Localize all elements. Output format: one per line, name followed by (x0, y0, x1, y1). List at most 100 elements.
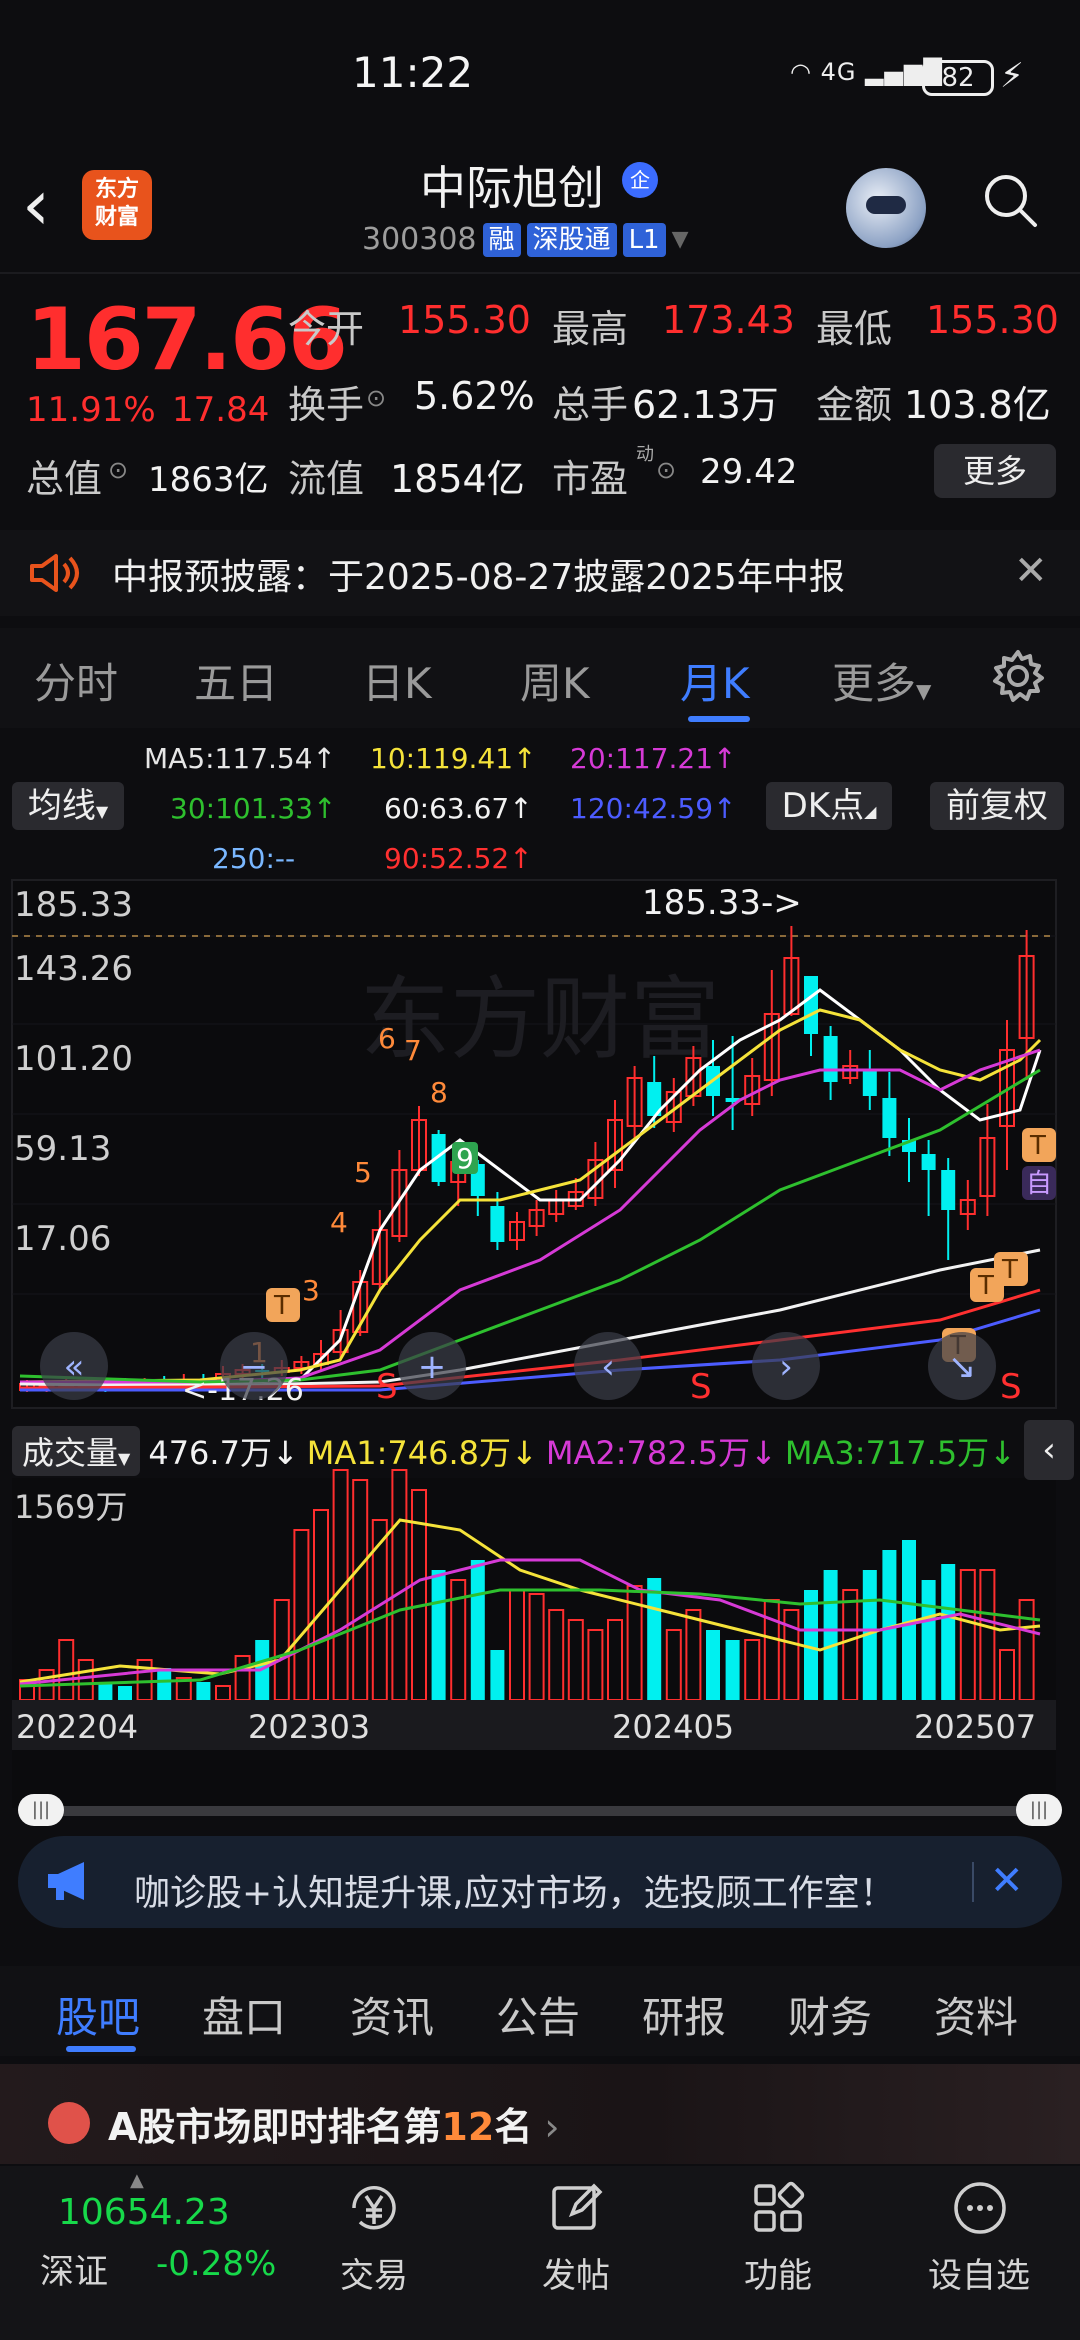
candle-body (862, 1070, 877, 1096)
divider (0, 272, 1080, 274)
nav-post[interactable]: 发帖 (542, 2248, 610, 2297)
volume-bar (921, 1580, 936, 1700)
ad-text[interactable]: 咖诊股+认知提升课,应对市场，选投顾工作室！ (134, 1864, 896, 1916)
volume-value: 62.13万 (632, 383, 779, 427)
kline-chart[interactable]: 东方财富 185.33143.26101.2059.1317.06 185.33… (0, 870, 1080, 1810)
pe-value: 29.42 (700, 452, 798, 492)
index-change[interactable]: -0.28% (156, 2244, 276, 2284)
range-slider[interactable] (20, 1806, 1060, 1816)
back-button[interactable]: ‹ (22, 170, 50, 240)
turnover-value: 5.62% (414, 374, 535, 418)
volume-bar (157, 1668, 172, 1700)
tab-five-day[interactable]: 五日 (194, 650, 278, 711)
tab-announcements[interactable]: 公告 (496, 1984, 580, 2045)
volume-bar (431, 1570, 446, 1700)
rank-text[interactable]: A股市场即时排名第12名 › (108, 2096, 560, 2151)
t-marker: T (977, 1271, 994, 1301)
close-icon[interactable]: ✕ (1014, 548, 1048, 594)
tab-daily-k[interactable]: 日K (362, 650, 432, 711)
charging-icon: ⚡ (1000, 56, 1024, 96)
more-quote-button[interactable]: 更多 (934, 444, 1056, 498)
x-label: 202507 (914, 1708, 1036, 1746)
volume-bar (941, 1564, 956, 1700)
tab-news[interactable]: 资讯 (350, 1984, 434, 2045)
tab-more[interactable]: 更多▼ (832, 650, 931, 711)
volume-bar (196, 1682, 211, 1700)
stock-code-row[interactable]: 300308 融 深股通 L1 ▼ (362, 222, 689, 257)
app-logo[interactable]: 东方 财富 (82, 170, 152, 240)
nav-functions[interactable]: 功能 (744, 2248, 812, 2297)
market-cap-label: 总值 (26, 457, 103, 501)
volume-ma2: MA2:782.5万↓ (545, 1434, 777, 1472)
tab-financials[interactable]: 财务 (788, 1984, 872, 2045)
info-icon[interactable]: ⊙ (108, 456, 128, 484)
ma-select[interactable]: 均线▼ (12, 782, 124, 830)
yen-trade-icon[interactable] (344, 2178, 404, 2238)
status-time: 11:22 (352, 48, 474, 97)
volume-select[interactable]: 成交量▼ (12, 1426, 141, 1476)
x-label: 202405 (612, 1708, 734, 1746)
divider (972, 1862, 974, 1902)
tab-monthly-k[interactable]: 月K (680, 650, 750, 711)
chevron-right-icon: › (532, 2105, 560, 2149)
more-dots-icon[interactable] (950, 2178, 1010, 2238)
tab-research[interactable]: 研报 (642, 1984, 726, 2045)
tab-profile[interactable]: 资料 (934, 1984, 1018, 2045)
tab-intraday[interactable]: 分时 (34, 650, 118, 711)
signal-7: 7 (404, 1034, 422, 1067)
volume-bar (118, 1686, 132, 1700)
ma60-label: 60:63.67↑ (384, 792, 533, 825)
open-value: 155.30 (398, 298, 531, 342)
nav-watchlist[interactable]: 设自选 (928, 2248, 1030, 2297)
candle-body (823, 1036, 838, 1082)
signal-9: 9 (456, 1142, 474, 1175)
t-marker: T (1001, 1255, 1018, 1285)
tag-margin: 融 (482, 222, 521, 257)
gear-icon[interactable] (990, 648, 1046, 704)
change-amount: 17.84 (172, 390, 270, 430)
notice-text[interactable]: 中报预披露：于2025-08-27披露2025年中报 (112, 548, 845, 600)
megaphone-icon (48, 1862, 84, 1900)
tab-weekly-k[interactable]: 周K (520, 650, 590, 711)
nav-trade[interactable]: 交易 (340, 2248, 408, 2297)
enterprise-badge[interactable]: 企 (622, 162, 658, 198)
y-label: 59.13 (14, 1129, 111, 1169)
chevron-left-icon: ‹ (601, 1347, 615, 1387)
search-icon[interactable] (980, 170, 1040, 230)
stock-code: 300308 (362, 222, 477, 257)
change-percent: 11.91% (26, 390, 156, 430)
tab-orderbook[interactable]: 盘口 (202, 1984, 286, 2045)
dk-point-button[interactable]: DK点◢ (766, 782, 892, 830)
double-left-icon: « (64, 1347, 85, 1387)
arrow-down-right-icon: ↘ (948, 1347, 977, 1387)
info-icon[interactable]: ⊙ (656, 456, 676, 484)
signal-4: 4 (330, 1206, 348, 1239)
open-label: 今开 (288, 307, 365, 351)
float-cap-value: 1854亿 (390, 457, 525, 501)
volume-bar (725, 1640, 740, 1700)
info-icon[interactable]: ⊙ (366, 384, 386, 412)
index-value[interactable]: 10654.23 (58, 2192, 230, 2233)
index-name[interactable]: 深证 (40, 2244, 108, 2293)
s-marker: S (376, 1367, 398, 1407)
high-marker: 185.33-> (642, 883, 802, 923)
high-value: 173.43 (662, 298, 795, 342)
network-type: 4G (820, 58, 857, 86)
edit-post-icon[interactable] (546, 2178, 606, 2238)
grid-function-icon[interactable] (748, 2178, 808, 2238)
amount-label: 金额 (816, 383, 893, 427)
pe-dynamic-mark: 动 (636, 444, 654, 465)
minus-icon: − (240, 1347, 269, 1387)
close-icon[interactable]: ✕ (990, 1858, 1024, 1904)
slider-left-handle[interactable]: ||| (18, 1794, 64, 1826)
self-marker: 自 (1026, 1169, 1052, 1199)
collapse-button[interactable]: ‹ (1024, 1420, 1074, 1480)
signal-6: 6 (378, 1022, 396, 1055)
t-marker: T (273, 1291, 290, 1321)
adjust-button[interactable]: 前复权 (930, 782, 1064, 830)
active-tab-indicator (688, 716, 750, 722)
slider-right-handle[interactable]: ||| (1016, 1794, 1062, 1826)
chevron-up-icon[interactable]: ▲ (130, 2170, 144, 2191)
robot-visor (866, 196, 906, 214)
tab-forum[interactable]: 股吧 (56, 1984, 140, 2045)
